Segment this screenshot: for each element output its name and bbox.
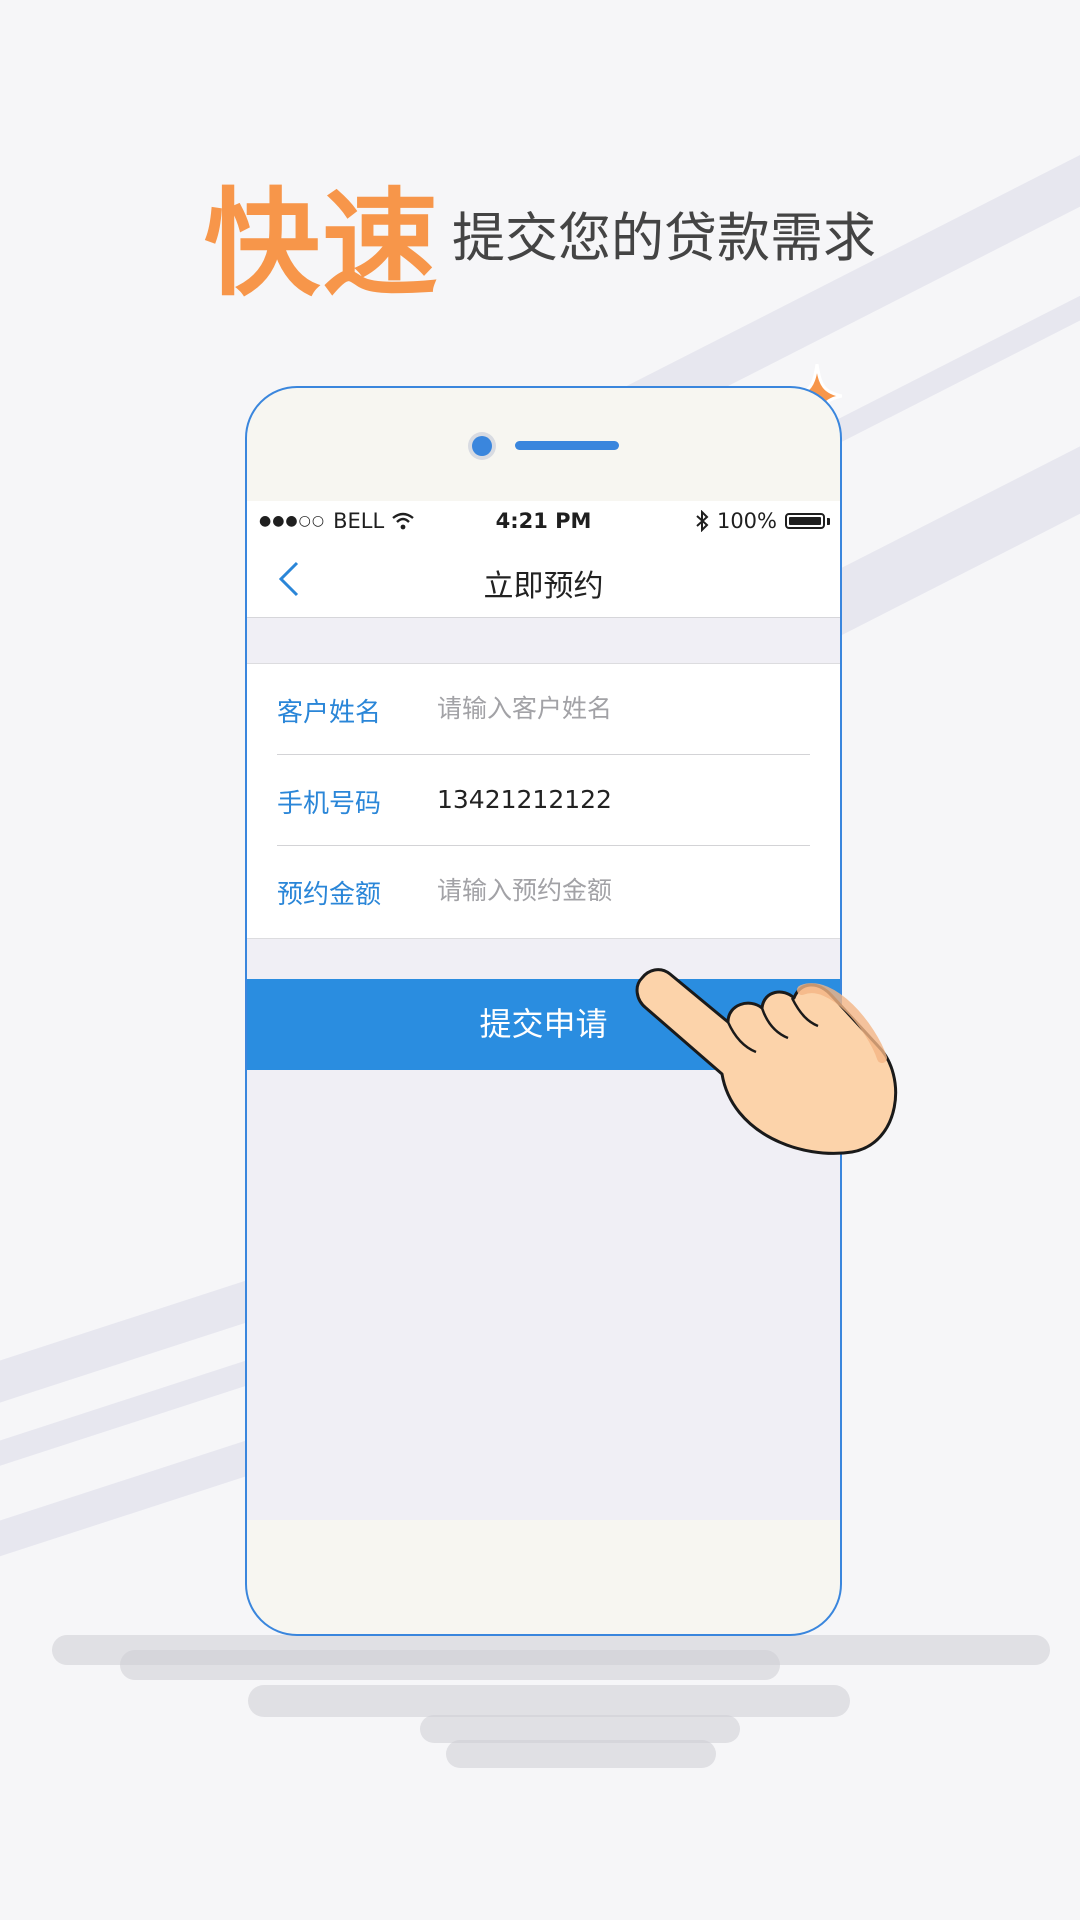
phone-shadow — [446, 1740, 716, 1768]
amount-input[interactable] — [437, 868, 797, 912]
phone-shadow — [120, 1650, 780, 1680]
phone-shadow — [420, 1715, 740, 1743]
headline-subtitle: 提交您的贷款需求 — [452, 208, 876, 269]
customer-name-input[interactable] — [437, 686, 797, 730]
phone-number-input[interactable] — [437, 777, 797, 821]
customer-name-label: 客户姓名 — [277, 698, 382, 728]
bluetooth-icon — [696, 510, 709, 532]
status-right: 100% — [695, 509, 830, 533]
phone-shadow — [248, 1685, 850, 1717]
battery-level — [789, 517, 821, 525]
status-bar: ●●●○○ BELL 4:21 PM 100% — [247, 501, 840, 541]
amount-label: 预约金额 — [277, 880, 382, 910]
battery-cap — [827, 517, 830, 525]
form-row-amount: 预约金额 — [247, 846, 840, 937]
phone-speaker — [515, 441, 619, 450]
pointing-hand-icon — [635, 968, 898, 1155]
phone-camera — [472, 436, 492, 456]
page-title: 立即预约 — [483, 569, 604, 604]
form-row-phone: 手机号码 — [247, 755, 840, 846]
battery-icon — [785, 513, 825, 529]
headline-emphasis: 快速 — [204, 177, 440, 312]
battery-percent: 100% — [716, 509, 777, 533]
navigation-bar: 立即预约 — [247, 541, 840, 618]
appointment-form: 客户姓名 手机号码 预约金额 — [247, 663, 840, 939]
promo-headline: 快速 提交您的贷款需求 — [0, 150, 1080, 318]
phone-number-label: 手机号码 — [277, 789, 382, 819]
form-row-name: 客户姓名 — [247, 664, 840, 755]
